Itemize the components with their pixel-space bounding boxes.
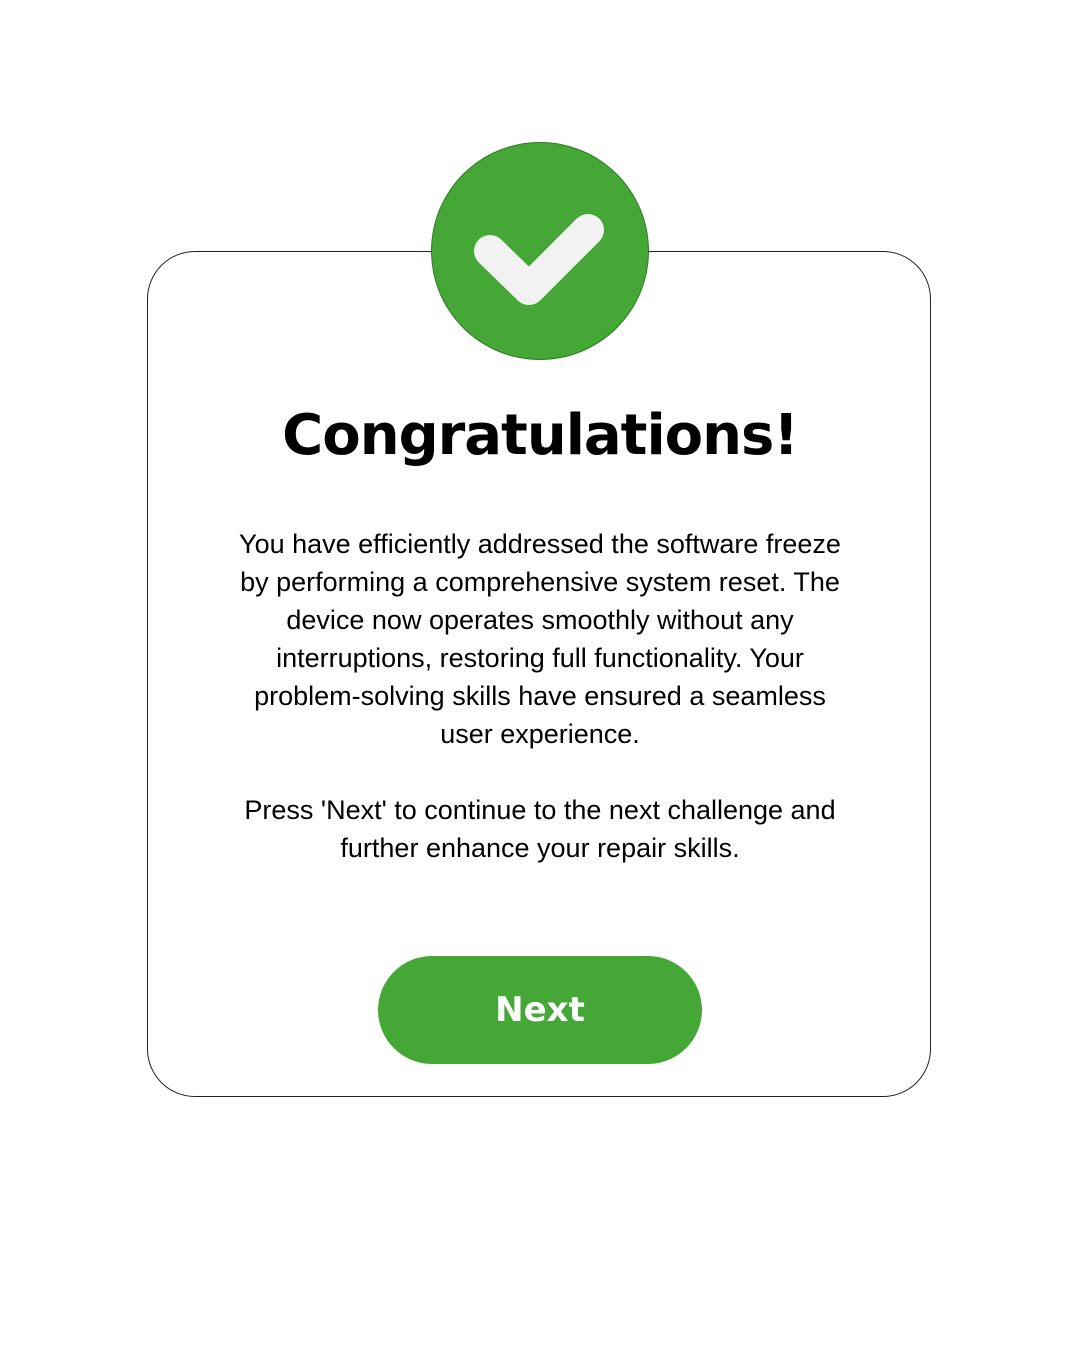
dialog-title: Congratulations! bbox=[282, 403, 799, 468]
success-badge bbox=[432, 143, 648, 359]
checkmark-icon bbox=[432, 143, 648, 359]
next-button[interactable]: Next bbox=[378, 956, 702, 1064]
dialog-message: You have efficiently addressed the softw… bbox=[239, 529, 841, 863]
